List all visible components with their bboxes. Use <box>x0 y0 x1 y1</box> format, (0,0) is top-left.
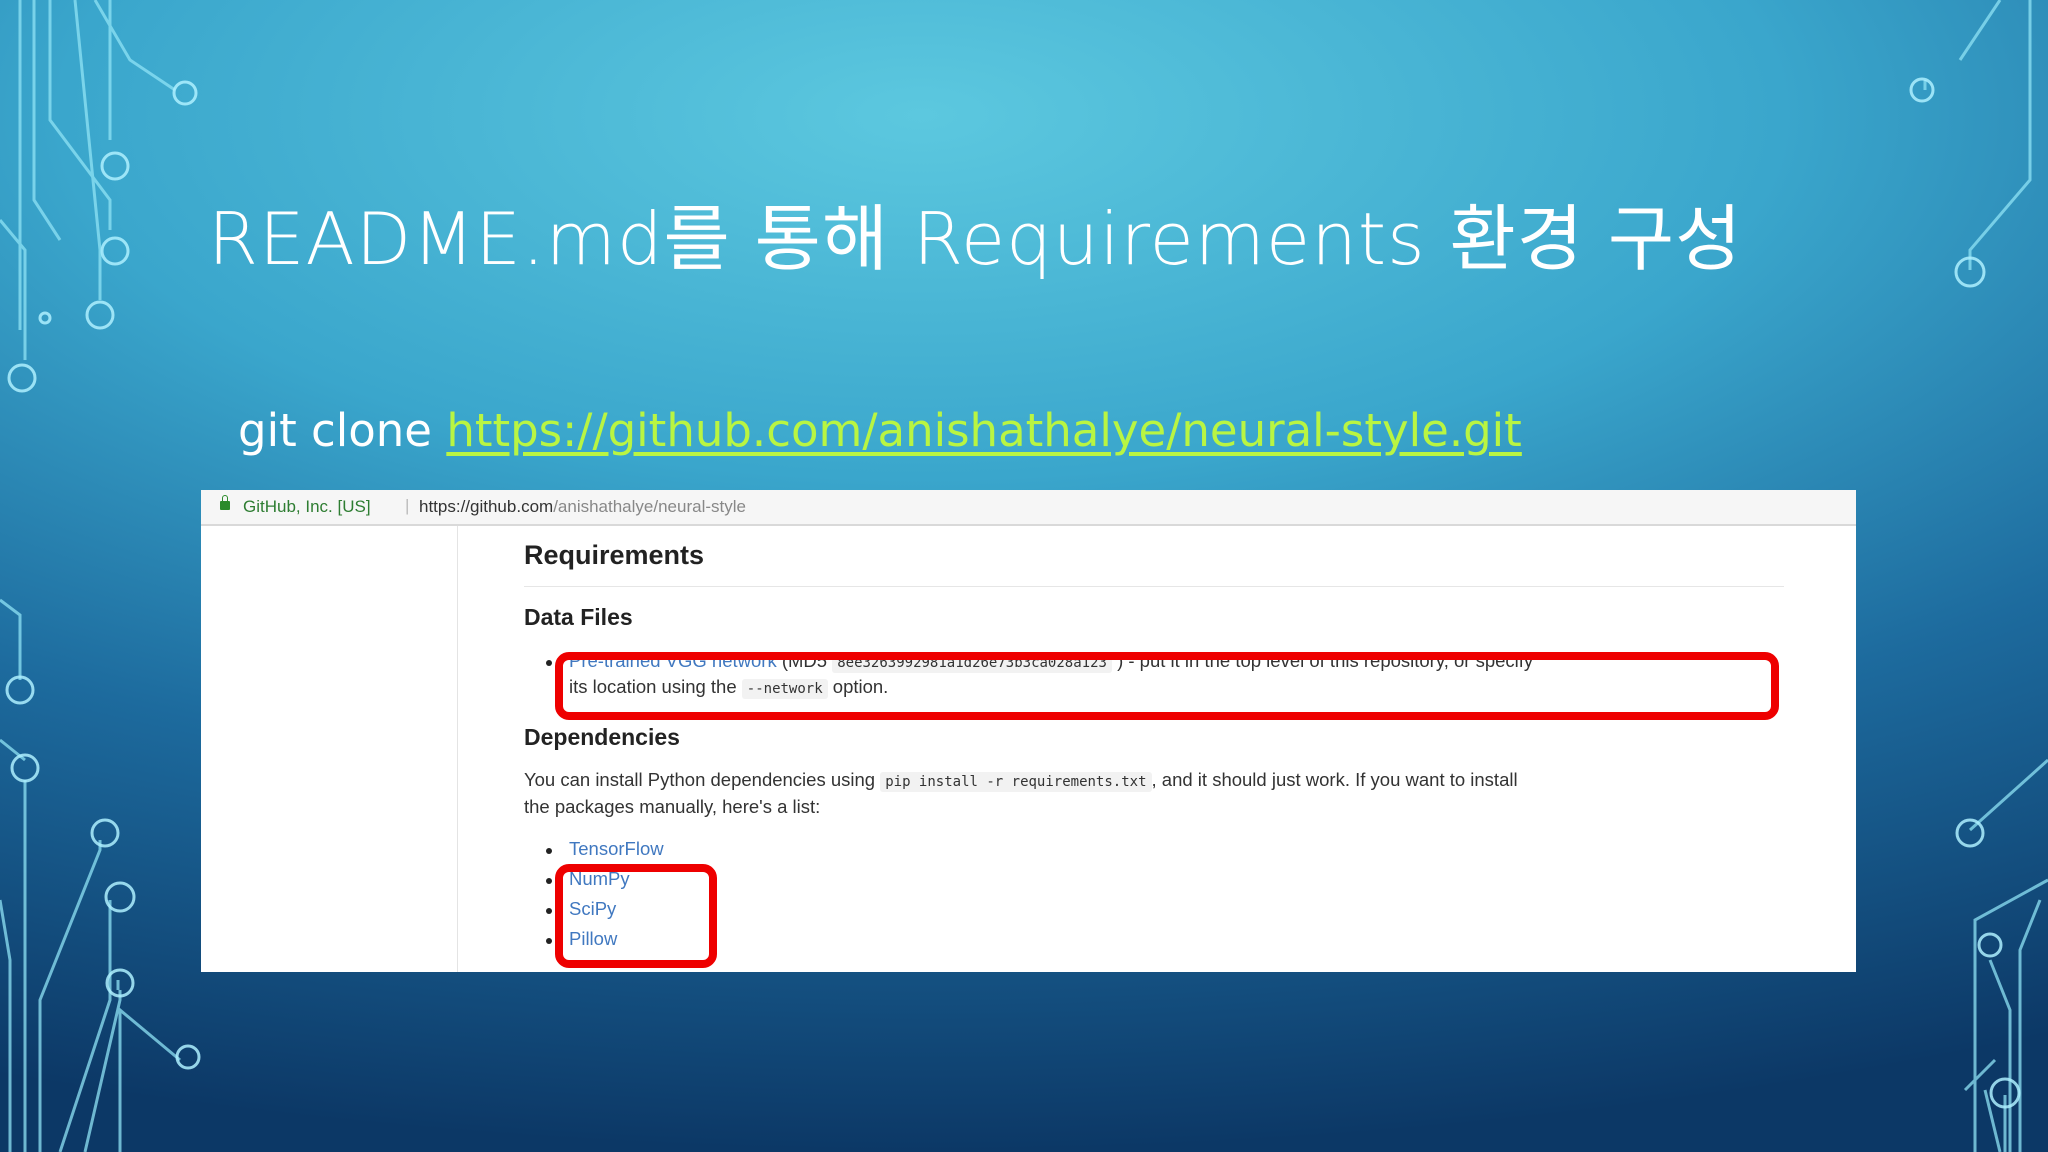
dependencies-heading: Dependencies <box>524 724 680 750</box>
lock-icon <box>220 495 230 510</box>
git-clone-line: git clone https://github.com/anishathaly… <box>238 404 1522 457</box>
bullet <box>546 908 552 914</box>
dependencies-line-1: You can install Python dependencies usin… <box>524 769 1518 792</box>
dependencies-text-2: , and it should just work. If you want t… <box>1151 769 1518 790</box>
dependencies-text: You can install Python dependencies usin… <box>524 769 876 790</box>
bullet <box>546 878 552 884</box>
github-screenshot: GitHub, Inc. [US] | https://github.com/a… <box>201 490 1856 972</box>
pip-install-code: pip install -r requirements.txt <box>880 772 1152 792</box>
data-files-heading: Data Files <box>524 604 633 630</box>
bullet <box>546 848 552 854</box>
sidebar-divider <box>457 526 458 972</box>
requirements-heading: Requirements <box>524 540 705 570</box>
package-link-tensorflow[interactable]: TensorFlow <box>569 838 664 860</box>
dependencies-line-2: the packages manually, here's a list: <box>524 796 821 817</box>
url-path: /anishathalye/neural-style <box>553 497 746 516</box>
browser-address-bar[interactable]: GitHub, Inc. [US] | https://github.com/a… <box>201 490 1856 526</box>
repo-url-link[interactable]: https://github.com/anishathalye/neural-s… <box>446 404 1522 457</box>
bullet <box>546 938 552 944</box>
bullet <box>546 660 552 666</box>
packages-highlight <box>555 864 717 968</box>
url-host: https://github.com <box>419 497 554 516</box>
site-identity: GitHub, Inc. [US] <box>243 497 371 516</box>
data-files-highlight <box>555 652 1779 720</box>
slide-title: README.md를 통해 Requirements 환경 구성 <box>208 197 1743 281</box>
address-url[interactable]: https://github.com/anishathalye/neural-s… <box>419 497 746 517</box>
address-separator: | <box>405 496 410 515</box>
git-clone-command: git clone <box>238 404 432 457</box>
heading-rule <box>524 586 1784 587</box>
